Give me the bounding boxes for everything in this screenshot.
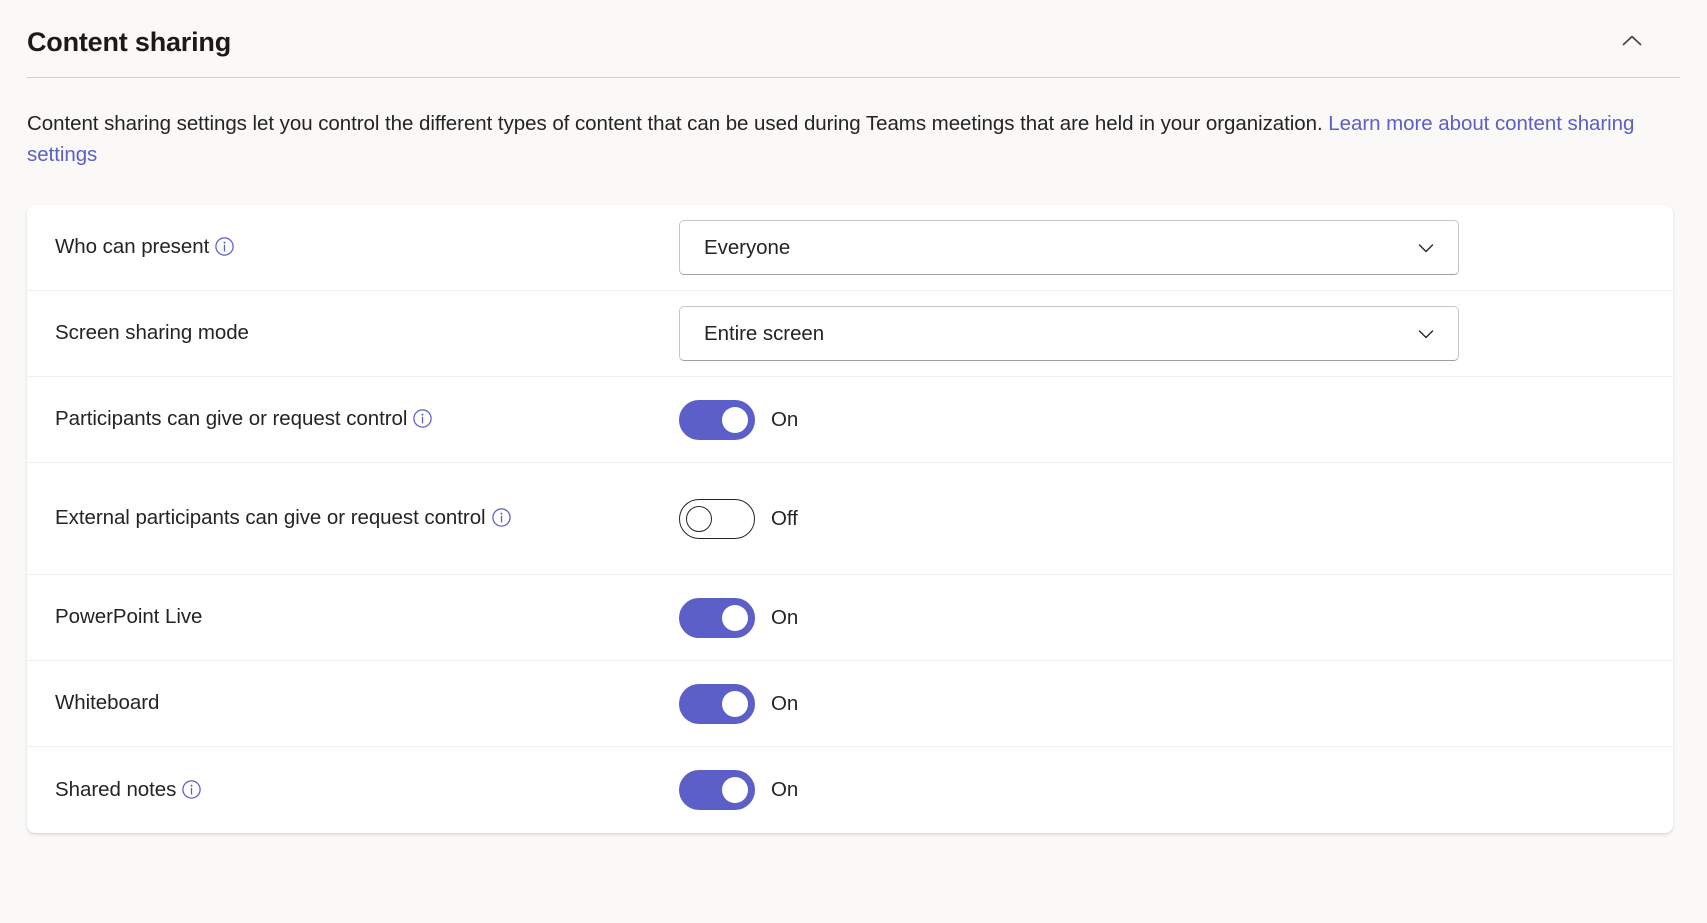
toggle-group: On bbox=[679, 399, 799, 440]
setting-label: PowerPoint Live bbox=[55, 605, 203, 629]
powerpoint-live-toggle[interactable] bbox=[679, 597, 755, 638]
toggle-state-label: On bbox=[771, 691, 799, 715]
setting-label: Shared notes bbox=[55, 777, 177, 801]
dropdown-selected-value: Everyone bbox=[704, 235, 791, 259]
toggle-state-label: On bbox=[771, 778, 799, 801]
toggle-state-label: On bbox=[771, 605, 799, 629]
whiteboard-toggle[interactable] bbox=[679, 683, 755, 724]
page-title: Content sharing bbox=[27, 27, 231, 58]
content-sharing-page: Content sharing Content sharing settings… bbox=[0, 0, 1707, 923]
setting-label-container: Shared notes bbox=[55, 775, 679, 806]
info-circle-icon[interactable] bbox=[181, 779, 202, 800]
chevron-down-icon bbox=[1414, 322, 1438, 346]
info-circle-icon[interactable] bbox=[491, 507, 512, 528]
setting-row-whiteboard: Whiteboard On bbox=[27, 661, 1673, 747]
setting-row-who-can-present: Who can present Everyone bbox=[27, 205, 1673, 291]
settings-card: Who can present Everyone Screen sharing … bbox=[27, 205, 1673, 833]
setting-label-container: PowerPoint Live bbox=[55, 602, 679, 633]
toggle-group: On bbox=[679, 770, 798, 810]
info-circle-icon[interactable] bbox=[412, 408, 433, 429]
toggle-group: Off bbox=[679, 498, 798, 539]
setting-label-container: Who can present bbox=[55, 232, 679, 263]
setting-label: Participants can give or request control bbox=[55, 407, 408, 431]
description-text: Content sharing settings let you control… bbox=[27, 112, 1329, 135]
setting-control: On bbox=[679, 399, 1673, 440]
external-participants-control-toggle[interactable] bbox=[679, 498, 755, 539]
collapse-section-button[interactable] bbox=[1608, 15, 1656, 63]
participants-control-toggle[interactable] bbox=[679, 399, 755, 440]
who-can-present-dropdown[interactable]: Everyone bbox=[679, 220, 1459, 275]
toggle-knob bbox=[722, 604, 748, 631]
setting-row-participants-control: Participants can give or request control… bbox=[27, 377, 1673, 463]
setting-label-container: Screen sharing mode bbox=[55, 318, 679, 349]
setting-label-container: External participants can give or reques… bbox=[55, 503, 679, 534]
shared-notes-toggle[interactable] bbox=[679, 770, 755, 810]
setting-label-container: Whiteboard bbox=[55, 688, 679, 719]
info-circle-icon[interactable] bbox=[214, 236, 235, 257]
toggle-state-label: Off bbox=[771, 506, 798, 530]
dropdown-selected-value: Entire screen bbox=[704, 321, 825, 345]
setting-row-external-participants-control: External participants can give or reques… bbox=[27, 463, 1673, 575]
toggle-state-label: On bbox=[771, 407, 799, 431]
toggle-group: On bbox=[679, 683, 799, 724]
setting-label: External participants can give or reques… bbox=[55, 506, 486, 530]
chevron-down-icon bbox=[1414, 236, 1438, 260]
setting-control: Off bbox=[679, 498, 1673, 539]
setting-control: On bbox=[679, 683, 1673, 724]
setting-row-shared-notes: Shared notes On bbox=[27, 747, 1673, 833]
setting-control: Everyone bbox=[679, 220, 1673, 275]
setting-control: On bbox=[679, 597, 1673, 638]
setting-row-screen-sharing-mode: Screen sharing mode Entire screen bbox=[27, 291, 1673, 377]
chevron-up-icon bbox=[1618, 27, 1646, 55]
toggle-group: On bbox=[679, 597, 799, 638]
section-header: Content sharing bbox=[0, 0, 1707, 77]
setting-label: Whiteboard bbox=[55, 691, 160, 715]
setting-row-powerpoint-live: PowerPoint Live On bbox=[27, 575, 1673, 661]
toggle-knob bbox=[722, 690, 748, 717]
setting-label: Screen sharing mode bbox=[55, 321, 249, 345]
toggle-knob bbox=[722, 777, 748, 803]
setting-control: On bbox=[679, 770, 1673, 810]
setting-label: Who can present bbox=[55, 235, 210, 259]
setting-label-container: Participants can give or request control bbox=[55, 404, 679, 435]
toggle-knob bbox=[686, 505, 712, 532]
toggle-knob bbox=[722, 406, 748, 433]
setting-control: Entire screen bbox=[679, 306, 1673, 361]
screen-sharing-mode-dropdown[interactable]: Entire screen bbox=[679, 306, 1459, 361]
section-description: Content sharing settings let you control… bbox=[0, 78, 1674, 170]
